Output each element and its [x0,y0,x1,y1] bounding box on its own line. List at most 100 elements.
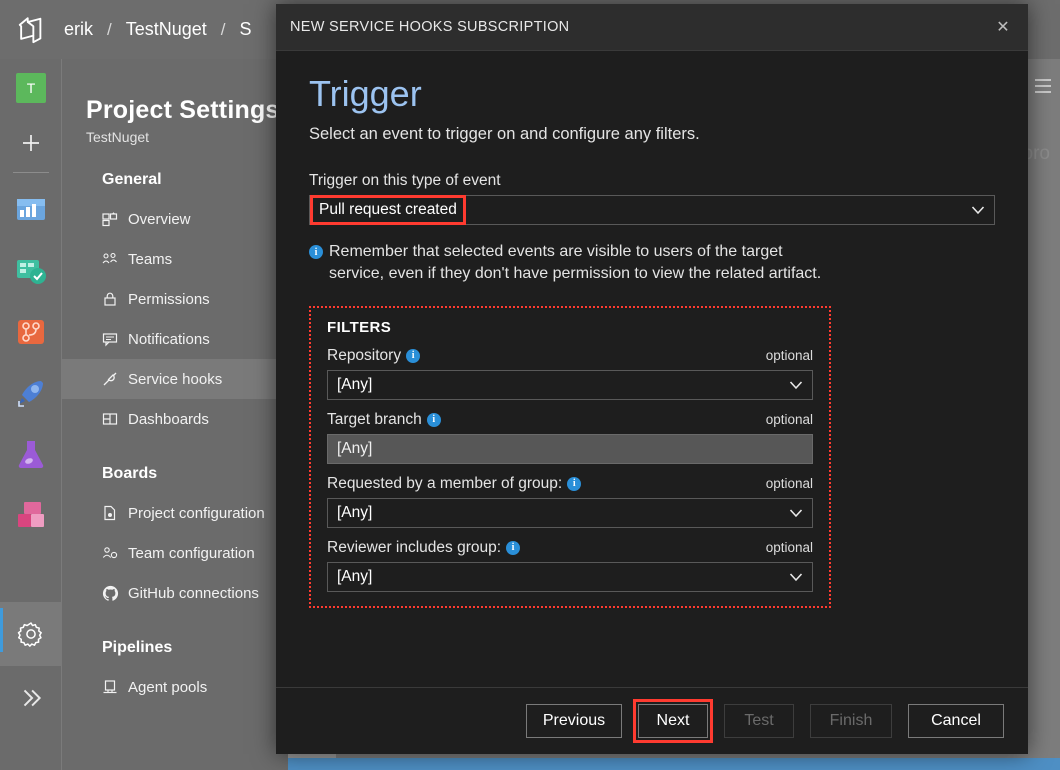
overview-grid-icon [102,211,128,227]
event-type-select[interactable]: Pull request created [309,195,995,226]
filter-repository-value: [Any] [337,375,373,393]
filter-row-reviewer: Reviewer includes group: i optional [327,539,813,557]
filter-row-repository: Repository i optional [327,347,813,365]
rail-divider [12,172,49,173]
optional-tag: optional [765,539,813,555]
sidebar-item-label: GitHub connections [128,584,259,602]
hub-overview[interactable] [0,179,62,240]
sidebar-item-overview[interactable]: Overview [62,199,288,239]
filter-row-target-branch: Target branch i optional [327,411,813,429]
teams-icon [102,251,128,267]
document-gear-icon [102,505,128,521]
dialog-title: NEW SERVICE HOOKS SUBSCRIPTION [290,19,570,35]
chevron-down-icon [970,202,986,223]
sidebar-item-project-configuration[interactable]: Project configuration [62,493,288,533]
agent-pool-icon [102,679,128,695]
sidebar-item-service-hooks[interactable]: Service hooks [62,359,288,399]
info-icon[interactable]: i [426,412,441,427]
bottom-status-bar [288,758,1060,770]
sidebar-item-notifications[interactable]: Notifications [62,319,288,359]
overview-icon [17,198,45,220]
sidebar-item-github-connections[interactable]: GitHub connections [62,573,288,613]
dashboards-icon [102,411,128,427]
sidebar-item-permissions[interactable]: Permissions [62,279,288,319]
optional-tag: optional [765,411,813,427]
sidebar-item-label: Project configuration [128,504,265,522]
dialog-footer: Previous Next Test Finish Cancel [276,687,1028,754]
close-x-icon[interactable]: ✕ [988,12,1018,42]
filters-section: FILTERS Repository i optional [Any] Targ… [309,305,831,608]
project-settings-sidebar: Project Settings TestNuget General Overv… [62,59,288,770]
breadcrumb-item-project[interactable]: TestNuget [124,19,209,40]
note-text: Remember that selected events are visibl… [329,243,822,282]
hub-artifacts[interactable] [0,484,62,545]
filter-reviewer-select[interactable]: [Any] [327,561,813,592]
test-button: Test [724,704,794,738]
next-button[interactable]: Next [633,699,713,743]
cancel-button[interactable]: Cancel [908,704,1004,738]
breadcrumb-item-page[interactable]: S [238,19,254,40]
azure-devops-logo[interactable] [0,0,62,59]
sidebar-item-teams[interactable]: Teams [62,239,288,279]
project-settings-button[interactable] [0,602,62,666]
event-type-field: Trigger on this type of event Pull reque… [309,172,995,226]
chevron-down-icon [788,505,804,526]
lock-icon [102,291,128,307]
event-type-value: Pull request created [310,195,466,226]
pipelines-rocket-icon [18,380,43,407]
filter-label: Reviewer includes group: i [327,538,521,557]
sidebar-item-label: Team configuration [128,544,255,562]
new-service-hooks-subscription-dialog: NEW SERVICE HOOKS SUBSCRIPTION ✕ Trigger… [276,4,1028,754]
sidebar-item-agent-pools[interactable]: Agent pools [62,667,288,707]
optional-tag: optional [765,475,813,491]
event-type-label: Trigger on this type of event [309,172,501,190]
sidebar-item-team-configuration[interactable]: Team configuration [62,533,288,573]
nav-group-boards-label: Boards [102,465,158,482]
hub-boards[interactable] [0,240,62,301]
info-icon[interactable]: i [567,476,582,491]
sidebar-item-label: Overview [128,210,191,228]
filter-label: Target branch i [327,411,441,429]
info-icon[interactable]: i [406,348,421,363]
filter-reviewer-value: [Any] [337,567,373,585]
sidebar-item-dashboards[interactable]: Dashboards [62,399,288,439]
hamburger-menu-icon[interactable] [1035,79,1051,97]
hub-test-plans[interactable] [0,423,62,484]
filter-requested-by-value: [Any] [337,503,373,521]
add-new-button[interactable] [0,117,62,169]
filter-requested-by-select-wrap: [Any] [327,497,813,528]
previous-button[interactable]: Previous [526,704,622,738]
breadcrumb: erik / TestNuget / S [62,19,254,40]
breadcrumb-separator: / [107,19,112,39]
project-avatar[interactable]: T [0,59,62,117]
team-gear-icon [102,545,128,561]
filter-label-text: Requested by a member of group: [327,474,563,492]
filter-requested-by-select[interactable]: [Any] [327,497,813,528]
info-icon: i [309,245,323,260]
filter-target-branch-value: [Any] [337,439,373,457]
filter-label-text: Target branch [327,410,422,428]
sidebar-item-label: Teams [128,250,173,268]
gear-icon [17,622,42,647]
filters-title: FILTERS [327,318,392,336]
nav-group-pipelines-label: Pipelines [102,639,173,656]
filter-target-branch-input[interactable]: [Any] [327,433,813,464]
expand-rail-button[interactable] [0,666,62,730]
dialog-description: Select an event to trigger on and config… [309,125,700,144]
hub-pipelines[interactable] [0,362,62,423]
test-plans-flask-icon [18,440,44,468]
filter-label: Repository i [327,347,421,365]
filter-label-text: Reviewer includes group: [327,538,502,556]
info-icon[interactable]: i [506,540,521,555]
breadcrumb-item-org[interactable]: erik [62,19,95,40]
chevron-down-icon [788,569,804,590]
plus-icon [23,135,39,151]
sidebar-item-label: Dashboards [128,410,209,428]
hub-repos[interactable] [0,301,62,362]
filter-repository-select[interactable]: [Any] [327,369,813,400]
next-button-wrap: Next [633,699,713,743]
dialog-heading: Trigger [309,73,422,114]
dialog-body: Trigger Select an event to trigger on an… [276,51,1028,687]
event-type-select-wrap: Pull request created [309,195,995,226]
filter-label: Requested by a member of group: i [327,474,582,493]
